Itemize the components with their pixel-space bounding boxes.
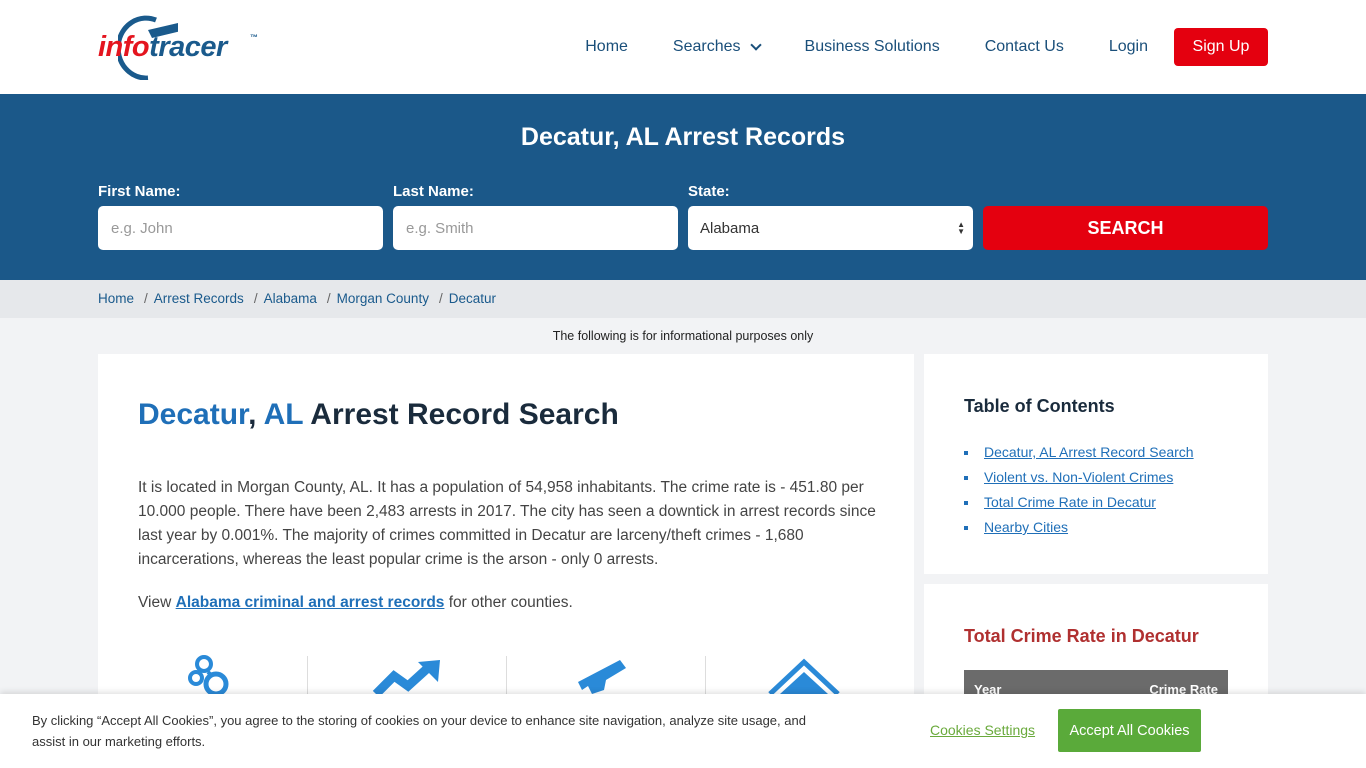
- breadcrumb-morgan-county[interactable]: Morgan County: [337, 291, 429, 306]
- toc-item[interactable]: Violent vs. Non-Violent Crimes: [964, 465, 1194, 490]
- alabama-records-link[interactable]: Alabama criminal and arrest records: [176, 594, 445, 611]
- toc-item[interactable]: Nearby Cities: [964, 515, 1194, 540]
- breadcrumb-bar: Home / Arrest Records / Alabama / Morgan…: [0, 280, 1366, 318]
- table-of-contents-card: Table of Contents Decatur, AL Arrest Rec…: [924, 354, 1268, 574]
- breadcrumb-alabama[interactable]: Alabama: [264, 291, 317, 306]
- signup-button[interactable]: Sign Up: [1174, 28, 1268, 66]
- logo-text-tracer: tracer: [149, 31, 227, 63]
- logo-text-info: info: [98, 31, 150, 63]
- last-name-input[interactable]: e.g. Smith: [393, 206, 678, 250]
- toc-list: Decatur, AL Arrest Record Search Violent…: [964, 440, 1194, 540]
- breadcrumb-arrest-records[interactable]: Arrest Records: [154, 291, 244, 306]
- search-button[interactable]: SEARCH: [983, 206, 1268, 250]
- nav-home[interactable]: Home: [585, 38, 628, 56]
- cookie-banner: By clicking “Accept All Cookies”, you ag…: [0, 694, 1366, 768]
- page-title: Decatur, AL Arrest Records: [520, 123, 846, 151]
- first-name-label: First Name:: [98, 183, 181, 200]
- last-name-label: Last Name:: [393, 183, 474, 200]
- toc-item[interactable]: Total Crime Rate in Decatur: [964, 490, 1194, 515]
- cookies-settings-link[interactable]: Cookies Settings: [930, 722, 1035, 738]
- nav-contact-us[interactable]: Contact Us: [985, 38, 1064, 56]
- site-header: infotracer ™ Home Searches Business Solu…: [0, 0, 1366, 94]
- intro-paragraph: It is located in Morgan County, AL. It h…: [138, 479, 876, 568]
- state-label: State:: [688, 183, 730, 200]
- infotracer-logo[interactable]: infotracer ™: [98, 14, 262, 80]
- nav-login[interactable]: Login: [1109, 38, 1148, 56]
- breadcrumb-home[interactable]: Home: [98, 291, 134, 306]
- select-arrows-icon: ▲ ▼: [957, 220, 965, 236]
- first-name-input[interactable]: e.g. John: [98, 206, 383, 250]
- crime-rate-title: Total Crime Rate in Decatur: [964, 626, 1199, 646]
- nav-searches-label: Searches: [672, 38, 741, 55]
- breadcrumb: Home / Arrest Records / Alabama / Morgan…: [98, 291, 496, 306]
- search-hero: Decatur, AL Arrest Records First Name: e…: [0, 94, 1366, 280]
- cookie-text: By clicking “Accept All Cookies”, you ag…: [32, 713, 806, 749]
- state-select[interactable]: Alabama ▲ ▼: [688, 206, 973, 250]
- logo-trademark: ™: [250, 33, 258, 42]
- nav-searches[interactable]: Searches: [672, 38, 762, 56]
- toc-item[interactable]: Decatur, AL Arrest Record Search: [964, 440, 1194, 465]
- disclaimer-text: The following is for informational purpo…: [552, 329, 814, 343]
- view-records-line: View Alabama criminal and arrest records…: [138, 594, 573, 611]
- accept-all-cookies-button[interactable]: Accept All Cookies: [1058, 709, 1201, 752]
- chevron-down-icon: [749, 38, 762, 51]
- nav-business-solutions[interactable]: Business Solutions: [805, 38, 940, 56]
- main-heading: Decatur, AL Arrest Record Search: [138, 398, 619, 431]
- state-select-value: Alabama: [700, 219, 760, 237]
- breadcrumb-decatur[interactable]: Decatur: [449, 291, 496, 306]
- main-nav: Home Searches Business Solutions Contact…: [585, 28, 1268, 66]
- toc-title: Table of Contents: [964, 396, 1115, 416]
